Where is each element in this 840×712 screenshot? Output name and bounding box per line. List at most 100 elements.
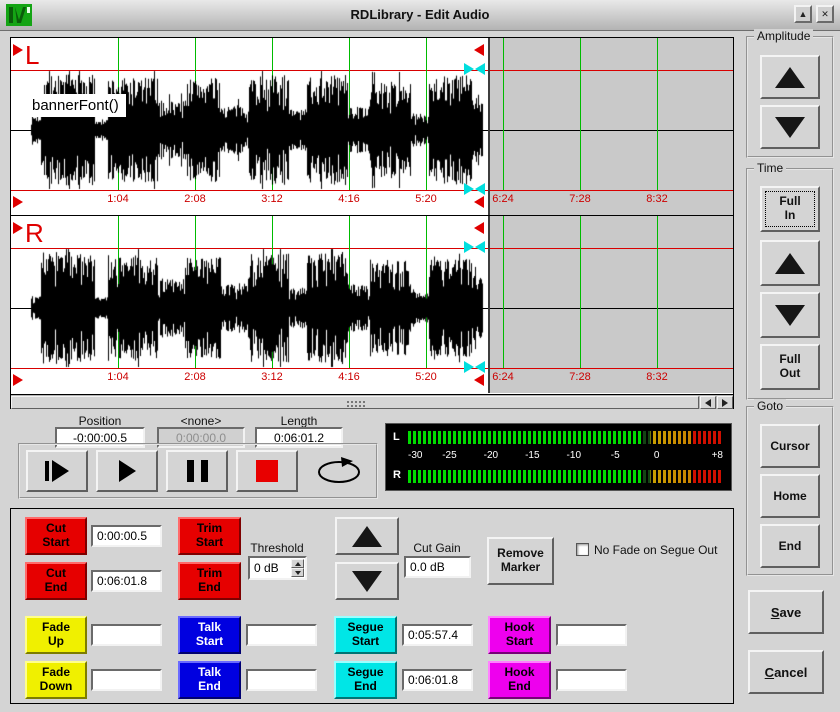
segue-start-button[interactable]: Segue Start <box>334 616 397 654</box>
talk-start-button[interactable]: Talk Start <box>178 616 241 654</box>
no-fade-checkbox[interactable] <box>576 543 589 556</box>
goto-group-label: Goto <box>754 399 786 413</box>
hook-start-field[interactable] <box>556 624 627 646</box>
trim-start-button[interactable]: Trim Start <box>178 517 241 555</box>
full-out-button[interactable]: Full Out <box>760 344 820 390</box>
fade-up-field[interactable] <box>91 624 162 646</box>
window-title: RDLibrary - Edit Audio <box>0 7 840 22</box>
close-button[interactable]: ✕ <box>816 5 834 23</box>
full-in-button[interactable]: Full In <box>760 186 820 232</box>
amplitude-down-button[interactable] <box>760 105 820 149</box>
remove-marker-label: Remove Marker <box>497 547 544 575</box>
scroll-right-button[interactable] <box>717 396 733 409</box>
talk-start-field[interactable] <box>246 624 317 646</box>
goto-end-button[interactable]: End <box>760 524 820 568</box>
threshold-spinner[interactable]: 0 dB <box>248 556 307 580</box>
remove-marker-button[interactable]: Remove Marker <box>487 537 554 585</box>
fade-up-button[interactable]: Fade Up <box>25 616 87 654</box>
cut-end-marker-icon[interactable] <box>474 196 484 208</box>
segue-start-field[interactable] <box>402 624 473 646</box>
save-button[interactable]: Save <box>748 590 824 634</box>
titlebar[interactable]: RDLibrary - Edit Audio ▲ ✕ <box>0 0 840 31</box>
segue-start-marker-icon[interactable] <box>464 241 474 253</box>
fade-down-button[interactable]: Fade Down <box>25 661 87 699</box>
stop-icon <box>256 460 278 482</box>
full-in-label: Full In <box>779 195 800 223</box>
meter-scale-label: +8 <box>712 450 723 461</box>
cut-end-marker-icon[interactable] <box>474 44 484 56</box>
spin-down-button[interactable] <box>291 568 304 577</box>
up-arrow-icon <box>775 67 805 88</box>
time-down-button[interactable] <box>760 292 820 338</box>
spin-up-button[interactable] <box>291 559 304 568</box>
cut-start-label: Cut Start <box>42 522 69 550</box>
horizontal-scrollbar[interactable] <box>11 394 733 409</box>
cut-start-marker-icon[interactable] <box>13 196 23 208</box>
shade-button[interactable]: ▲ <box>794 5 812 23</box>
pause-button[interactable] <box>166 450 228 492</box>
goto-home-button[interactable]: Home <box>760 474 820 518</box>
time-up-button[interactable] <box>760 240 820 286</box>
down-arrow-icon <box>775 305 805 326</box>
stop-button[interactable] <box>236 450 298 492</box>
pause-icon <box>201 460 208 482</box>
cut-start-marker-icon[interactable] <box>13 44 23 56</box>
transport-frame <box>18 443 378 499</box>
segue-end-marker-icon[interactable] <box>475 241 485 253</box>
scroll-left-icon <box>705 399 711 407</box>
cut-end-label: Cut End <box>45 567 68 595</box>
hook-end-field[interactable] <box>556 669 627 691</box>
full-out-label: Full Out <box>779 353 800 381</box>
cut-end-button[interactable]: Cut End <box>25 562 87 600</box>
talk-end-button[interactable]: Talk End <box>178 661 241 699</box>
scroll-left-button[interactable] <box>700 396 716 409</box>
meter-scale-label: 0 <box>654 450 660 461</box>
segue-end-field[interactable] <box>402 669 473 691</box>
goto-cursor-label: Cursor <box>770 439 809 453</box>
cut-end-marker-icon[interactable] <box>474 374 484 386</box>
meter-right-bar <box>408 470 723 483</box>
hook-end-button[interactable]: Hook End <box>488 661 551 699</box>
wave-panel-right[interactable]: 1:042:083:124:165:206:247:288:32 R <box>11 216 733 393</box>
goto-cursor-button[interactable]: Cursor <box>760 424 820 468</box>
segue-end-marker-icon[interactable] <box>475 361 485 373</box>
gain-down-button[interactable] <box>335 562 399 600</box>
waveform-canvas-left[interactable] <box>11 38 733 215</box>
segue-start-label: Segue Start <box>347 621 383 649</box>
time-group: Time Full In Full Out <box>746 168 834 400</box>
play-button[interactable] <box>96 450 158 492</box>
cut-start-button[interactable]: Cut Start <box>25 517 87 555</box>
scroll-right-icon <box>722 399 728 407</box>
gain-up-button[interactable] <box>335 517 399 555</box>
wave-panel-left[interactable]: 1:042:083:124:165:206:247:288:32 L banne… <box>11 38 733 215</box>
segue-start-marker-icon[interactable] <box>464 63 474 75</box>
cut-start-field[interactable] <box>91 525 162 547</box>
segue-end-button[interactable]: Segue End <box>334 661 397 699</box>
amplitude-group-label: Amplitude <box>754 29 813 43</box>
segue-end-marker-icon[interactable] <box>475 63 485 75</box>
waveform-canvas-right[interactable] <box>11 216 733 393</box>
meter-scale-label: -20 <box>484 450 498 461</box>
cut-gain-field[interactable] <box>404 556 471 578</box>
waveform-area: 1:042:083:124:165:206:247:288:32 L banne… <box>10 37 734 409</box>
cut-start-marker-icon[interactable] <box>13 374 23 386</box>
cut-end-field[interactable] <box>91 570 162 592</box>
talk-end-field[interactable] <box>246 669 317 691</box>
hook-start-button[interactable]: Hook Start <box>488 616 551 654</box>
meter-right-label: R <box>393 469 401 481</box>
cut-end-marker-icon[interactable] <box>474 222 484 234</box>
trim-end-button[interactable]: Trim End <box>178 562 241 600</box>
goto-group: Goto Cursor Home End <box>746 406 834 576</box>
play-from-start-button[interactable] <box>26 450 88 492</box>
loop-button[interactable] <box>306 450 372 492</box>
segue-start-marker-icon[interactable] <box>464 361 474 373</box>
fade-down-label: Fade Down <box>40 666 73 694</box>
meter-scale-label: -15 <box>525 450 539 461</box>
amplitude-up-button[interactable] <box>760 55 820 99</box>
segue-end-marker-icon[interactable] <box>475 183 485 195</box>
cut-start-marker-icon[interactable] <box>13 222 23 234</box>
scrollbar-thumb[interactable] <box>11 396 699 409</box>
fade-down-field[interactable] <box>91 669 162 691</box>
segue-start-marker-icon[interactable] <box>464 183 474 195</box>
cancel-button[interactable]: Cancel <box>748 650 824 694</box>
